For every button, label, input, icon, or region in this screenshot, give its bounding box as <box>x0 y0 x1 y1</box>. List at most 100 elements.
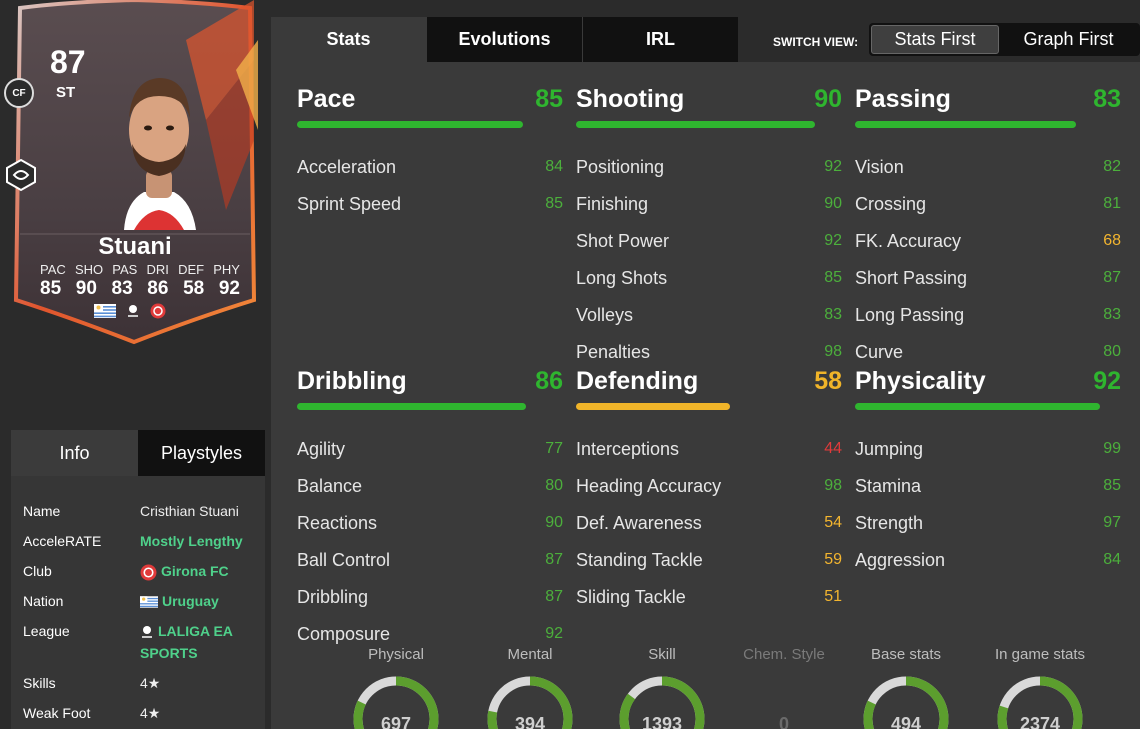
player-portrait <box>124 78 196 230</box>
gauge-label: Skill <box>648 646 676 663</box>
stat-value: 99 <box>1103 440 1121 457</box>
stat-row: Acceleration 84 <box>297 157 563 181</box>
stat-row: Jumping 99 <box>855 439 1121 463</box>
info-value-name: Cristhian Stuani <box>140 503 239 519</box>
stat-name: Volleys <box>576 305 634 325</box>
category-title: Shooting <box>576 85 685 113</box>
stat-name: Def. Awareness <box>576 513 702 533</box>
stat-row: Long Shots 85 <box>576 268 842 292</box>
info-value-club[interactable]: Girona FC <box>140 560 229 582</box>
stat-row: Reactions 90 <box>297 513 563 537</box>
category-value: 83 <box>1093 85 1121 113</box>
gauge-value: 394 <box>514 714 546 729</box>
gauge-label: In game stats <box>994 646 1086 663</box>
stat-row: Heading Accuracy 98 <box>576 476 842 500</box>
stat-value: 59 <box>824 551 842 568</box>
stat-value: 98 <box>824 343 842 360</box>
stat-name: Curve <box>855 342 904 362</box>
card-attr-label: SHO <box>74 262 104 277</box>
tab-playstyles[interactable]: Playstyles <box>138 430 265 476</box>
stat-row: Long Passing 83 <box>855 305 1121 329</box>
stat-name: Long Shots <box>576 268 668 288</box>
card-attr-label: PAC <box>40 262 66 277</box>
graph-first-button[interactable]: Graph First <box>999 25 1138 54</box>
stat-row: Agility 77 <box>297 439 563 463</box>
girona-crest-icon <box>140 564 157 581</box>
stat-row: Strength 97 <box>855 513 1121 537</box>
player-card[interactable]: 87 ST CF Stuani PAC SHO PAS DRI DEF PHY … <box>4 0 264 345</box>
stat-value: 92 <box>545 625 563 642</box>
card-attr-value: 90 <box>75 278 97 299</box>
tab-stats[interactable]: Stats <box>271 17 426 62</box>
card-attr-label: DRI <box>146 262 169 277</box>
stat-value: 87 <box>1103 269 1121 286</box>
card-position: ST <box>56 84 76 101</box>
stat-name: Agility <box>297 439 346 459</box>
stat-row: Dribbling 87 <box>297 587 563 611</box>
stat-name: Acceleration <box>297 157 397 177</box>
club-name: Girona FC <box>161 563 229 579</box>
girona-crest-icon <box>150 303 166 319</box>
stats-panel: Stats Evolutions IRL SWITCH VIEW: Stats … <box>271 17 1140 729</box>
stat-value: 90 <box>824 195 842 212</box>
stat-value: 80 <box>1103 343 1121 360</box>
info-label-league: League <box>23 623 70 639</box>
tab-evolutions[interactable]: Evolutions <box>427 17 582 62</box>
uruguay-flag-icon <box>140 596 158 609</box>
category-bar <box>297 121 563 128</box>
stat-name: Finishing <box>576 194 649 214</box>
info-value-league[interactable]: LALIGA EA SPORTS <box>140 620 260 664</box>
stat-value: 85 <box>824 269 842 286</box>
stat-value: 44 <box>824 440 842 457</box>
card-attribute-labels: PAC SHO PAS DRI DEF PHY <box>40 262 240 277</box>
stat-row: Composure 92 <box>297 624 563 648</box>
category-value: 92 <box>1093 367 1121 395</box>
laliga-logo-icon <box>128 305 138 317</box>
stat-name: Heading Accuracy <box>576 476 722 496</box>
gauge-label: Physical <box>368 646 424 663</box>
category-bar <box>855 403 1121 410</box>
info-label-nation: Nation <box>23 593 64 609</box>
card-player-name: Stuani <box>98 233 172 260</box>
info-value-accelerate[interactable]: Mostly Lengthy <box>140 530 243 552</box>
stat-row: Volleys 83 <box>576 305 842 329</box>
stat-value: 77 <box>545 440 563 457</box>
category-bar-fill <box>297 121 524 128</box>
stat-row: Def. Awareness 54 <box>576 513 842 537</box>
stat-name: Composure <box>297 624 391 644</box>
info-tabs: Info Playstyles <box>11 430 265 476</box>
category-bar <box>576 121 842 128</box>
gauge-chem-style: Chem. Style 0 <box>724 646 844 729</box>
alt-position-badge: CF <box>4 78 34 108</box>
stat-name: Dribbling <box>297 587 369 607</box>
stat-name: Ball Control <box>297 550 391 570</box>
stat-row: Ball Control 87 <box>297 550 563 574</box>
stat-row: Sprint Speed 85 <box>297 194 563 218</box>
stat-name: Aggression <box>855 550 946 570</box>
category-bar-fill <box>576 121 816 128</box>
stat-name: Strength <box>855 513 924 533</box>
stat-name: Standing Tackle <box>576 550 703 570</box>
stat-value: 92 <box>824 158 842 175</box>
tab-irl[interactable]: IRL <box>583 17 738 62</box>
stat-row: Stamina 85 <box>855 476 1121 500</box>
stat-row: FK. Accuracy 68 <box>855 231 1121 255</box>
stat-name: Long Passing <box>855 305 965 325</box>
gauge-skill: Skill 1393 <box>602 646 722 729</box>
stat-value: 85 <box>1103 477 1121 494</box>
category-bar-fill <box>855 121 1076 128</box>
info-value-nation[interactable]: Uruguay <box>140 590 219 612</box>
stat-name: Interceptions <box>576 439 680 459</box>
stat-name: Balance <box>297 476 363 496</box>
stat-name: Jumping <box>855 439 924 459</box>
category-value: 90 <box>814 85 842 113</box>
stat-row: Positioning 92 <box>576 157 842 181</box>
info-panel: Info Playstyles Name Cristhian Stuani Ac… <box>11 430 265 729</box>
info-label-weak-foot: Weak Foot <box>23 705 91 721</box>
stat-value: 80 <box>545 477 563 494</box>
stats-first-button[interactable]: Stats First <box>871 25 999 54</box>
gauge-physical: Physical 697 <box>336 646 456 729</box>
tab-info[interactable]: Info <box>11 430 138 476</box>
stat-row: Interceptions 44 <box>576 439 842 463</box>
stat-row: Standing Tackle 59 <box>576 550 842 574</box>
